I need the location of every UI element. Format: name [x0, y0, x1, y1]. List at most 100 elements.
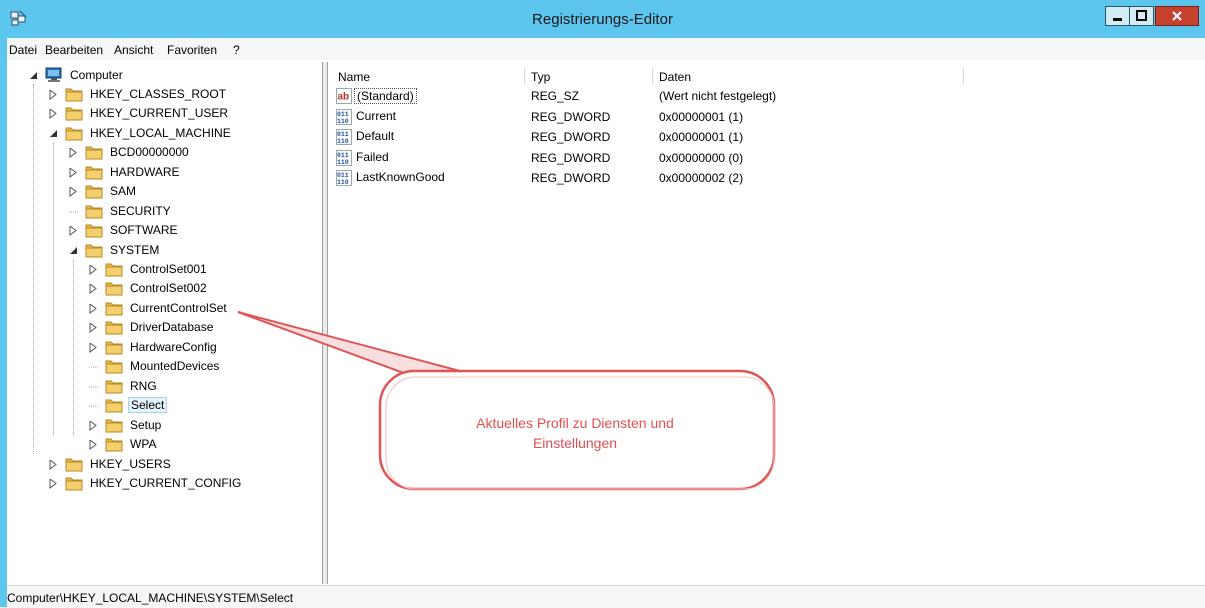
value-row[interactable]: 011 110 Default REG_DWORD 0x00000001 (1) — [328, 127, 1198, 147]
tree-item[interactable]: Computer — [29, 65, 125, 84]
menu-help[interactable]: ? — [233, 43, 240, 57]
expand-arrow-icon[interactable] — [49, 107, 59, 120]
tree-item[interactable]: RNG — [89, 376, 159, 395]
expand-arrow-icon[interactable] — [49, 477, 59, 489]
tree-item[interactable]: HKEY_CURRENT_CONFIG — [49, 473, 243, 492]
column-header-typ[interactable]: Typ — [531, 70, 550, 84]
column-divider[interactable] — [963, 68, 964, 84]
tree-item[interactable]: Setup — [89, 415, 163, 434]
tree-item[interactable]: SYSTEM — [69, 240, 161, 259]
svg-text:110: 110 — [337, 159, 349, 166]
tree-item[interactable]: BCD00000000 — [69, 143, 191, 162]
expand-arrow-icon[interactable] — [69, 224, 79, 237]
value-name: Default — [356, 129, 395, 143]
value-data: 0x00000001 (1) — [659, 130, 744, 144]
tree-item-label: HKEY_LOCAL_MACHINE — [90, 125, 231, 140]
tree-item[interactable]: HKEY_USERS — [49, 454, 173, 473]
tree-item[interactable]: ControlSet001 — [89, 260, 209, 279]
column-divider[interactable] — [652, 68, 653, 84]
column-header-daten[interactable]: Daten — [659, 70, 691, 84]
tree-item-label: MountedDevices — [130, 359, 220, 374]
folder-icon — [105, 280, 123, 296]
svg-text:110: 110 — [337, 179, 349, 186]
tree-item[interactable]: WPA — [89, 435, 158, 454]
menu-favoriten[interactable]: Favoriten — [167, 43, 217, 57]
tree-item[interactable]: HKEY_LOCAL_MACHINE — [49, 123, 233, 142]
value-name: Failed — [356, 149, 389, 164]
collapse-arrow-icon[interactable] — [29, 69, 39, 81]
expand-arrow-icon[interactable] — [69, 185, 79, 198]
tree-item[interactable]: HardwareConfig — [89, 337, 219, 356]
collapse-arrow-icon[interactable] — [49, 127, 59, 139]
value-type: REG_DWORD — [531, 130, 611, 144]
expand-arrow-icon[interactable] — [69, 146, 79, 159]
tree-item-label: HARDWARE — [110, 164, 180, 179]
string-value-icon: ab — [336, 88, 352, 104]
folder-icon — [65, 456, 83, 472]
tree-item[interactable]: SAM — [69, 182, 138, 201]
expand-arrow-icon[interactable] — [89, 282, 99, 295]
tree-item[interactable]: HKEY_CLASSES_ROOT — [49, 84, 228, 103]
folder-icon — [85, 164, 103, 180]
expand-arrow-icon[interactable] — [89, 321, 99, 334]
expand-arrow-icon[interactable] — [89, 419, 99, 431]
menu-bearbeiten[interactable]: Bearbeiten — [45, 43, 103, 57]
tree-item[interactable]: ControlSet002 — [89, 279, 209, 298]
tree-item-label: Computer — [70, 67, 123, 82]
expand-arrow-icon[interactable] — [89, 438, 99, 451]
value-type: REG_DWORD — [531, 109, 611, 124]
expand-arrow-icon[interactable] — [89, 341, 99, 353]
value-row[interactable]: 011 110 Failed REG_DWORD 0x00000000 (0) — [328, 148, 1198, 168]
expand-arrow-icon[interactable] — [49, 88, 59, 100]
column-header-name[interactable]: Name — [338, 70, 370, 84]
tree-item-label: WPA — [130, 437, 157, 452]
expand-arrow-icon[interactable] — [89, 302, 99, 314]
folder-icon — [85, 203, 103, 219]
tree-item[interactable]: CurrentControlSet — [89, 298, 229, 317]
folder-icon — [65, 475, 83, 491]
svg-text:ab: ab — [338, 92, 350, 103]
tree-item-label: HardwareConfig — [130, 339, 217, 354]
expand-arrow-icon[interactable] — [69, 166, 79, 178]
minimize-button[interactable] — [1105, 6, 1130, 26]
folder-icon — [105, 417, 123, 433]
column-divider[interactable] — [524, 68, 525, 84]
callout-line-1: Aktuelles Profil zu Diensten und — [476, 415, 674, 431]
expand-arrow-icon[interactable] — [49, 458, 59, 470]
tree-item[interactable]: MountedDevices — [89, 357, 221, 376]
tree-item-label: HKEY_USERS — [90, 456, 171, 471]
maximize-button[interactable] — [1129, 6, 1154, 26]
tree-item[interactable]: HARDWARE — [69, 162, 182, 181]
tree-item-label: RNG — [130, 378, 157, 393]
tree-item-label: HKEY_CLASSES_ROOT — [90, 86, 227, 101]
tree-item[interactable]: SECURITY — [69, 201, 173, 220]
registry-tree[interactable]: Computer HKEY_CLASSES_ROOT HKEY_CURRENT_US… — [7, 62, 323, 584]
value-row[interactable]: 011 110 Current REG_DWORD 0x00000001 (1) — [328, 107, 1198, 127]
tree-connector — [89, 380, 99, 392]
svg-text:011: 011 — [337, 111, 349, 118]
folder-icon — [105, 358, 123, 374]
value-data: 0x00000001 (1) — [659, 109, 744, 124]
expand-arrow-icon[interactable] — [89, 263, 99, 275]
value-list[interactable]: Name Typ Daten ab (Standard) REG_SZ (Wert n… — [327, 62, 1205, 584]
tree-item[interactable]: HKEY_CURRENT_USER — [49, 104, 230, 123]
collapse-arrow-icon[interactable] — [69, 244, 79, 256]
close-button[interactable] — [1155, 6, 1199, 26]
tree-item[interactable]: Select — [89, 396, 168, 415]
menu-ansicht[interactable]: Ansicht — [114, 43, 153, 57]
svg-text:011: 011 — [337, 152, 349, 159]
value-data: 0x00000002 (2) — [659, 171, 744, 185]
folder-icon — [85, 183, 103, 199]
svg-text:110: 110 — [337, 118, 349, 125]
tree-item[interactable]: SOFTWARE — [69, 221, 180, 240]
tree-item[interactable]: DriverDatabase — [89, 318, 215, 337]
folder-icon — [85, 144, 103, 160]
svg-text:110: 110 — [337, 138, 349, 145]
status-bar: Computer\HKEY_LOCAL_MACHINE\SYSTEM\Selec… — [7, 585, 1205, 608]
close-icon — [1172, 11, 1182, 21]
tree-connector — [69, 205, 79, 217]
value-row[interactable]: 011 110 LastKnownGood REG_DWORD 0x00000002 (… — [328, 168, 1198, 188]
menu-datei[interactable]: Datei — [9, 43, 37, 57]
value-row[interactable]: ab (Standard) REG_SZ (Wert nicht festgelegt… — [328, 86, 1198, 106]
menu-bar: Datei Bearbeiten Ansicht Favoriten ? — [7, 38, 1205, 60]
